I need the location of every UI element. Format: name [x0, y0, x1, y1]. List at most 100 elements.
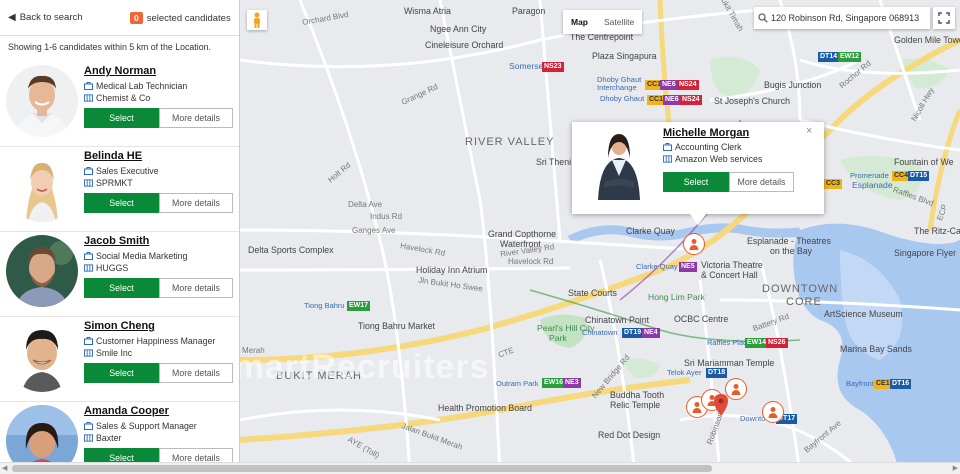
scrollbar-thumb[interactable]: [12, 465, 712, 472]
select-button[interactable]: Select: [84, 363, 159, 383]
avatar: [6, 150, 78, 222]
close-icon[interactable]: ×: [806, 125, 812, 137]
road-label: Delta Ave: [348, 200, 383, 209]
candidate-info-window: Michelle Morgan Accounting Clerk Amazon …: [572, 122, 824, 225]
company-row: Chemist & Co: [84, 93, 150, 103]
map-type-map[interactable]: Map: [563, 10, 596, 34]
place-label: OCBC Centre: [674, 314, 729, 324]
place-label: Singapore Flyer: [894, 248, 957, 258]
company-name: Chemist & Co: [96, 93, 151, 103]
place-label: Delta Sports Complex: [248, 245, 334, 255]
popup-actions: Select More details: [663, 172, 794, 192]
candidate-name[interactable]: Amanda Cooper: [84, 405, 169, 417]
mrt-badge: DT16: [890, 379, 912, 389]
candidate-name[interactable]: Andy Norman: [84, 65, 156, 77]
company-name: Baxter: [96, 433, 122, 443]
place-label: Sri Theni: [536, 157, 572, 167]
panel-header: ◀ Back to search 0 selected candidates: [0, 0, 239, 36]
job-title-row: Sales Executive: [84, 166, 159, 176]
place-label: Bugis Junction: [764, 80, 822, 90]
more-details-button[interactable]: More details: [159, 278, 233, 298]
place-label: Health Promotion Board: [438, 403, 532, 413]
company-row: Smile Inc: [84, 348, 132, 358]
arrow-left-icon: ◀: [8, 12, 16, 23]
district-label: RIVER VALLEY: [465, 136, 555, 148]
select-button[interactable]: Select: [84, 278, 159, 298]
park-label: Pearl's Hill City: [537, 323, 595, 333]
station-label: Clarke Quay: [636, 262, 678, 271]
building-icon: [84, 264, 93, 272]
popup-candidate-name[interactable]: Michelle Morgan: [663, 127, 749, 139]
briefcase-icon: [84, 252, 93, 260]
district-label: DOWNTOWN: [762, 283, 839, 295]
mrt-badge: NS23: [542, 62, 564, 72]
street-view-pegman-icon[interactable]: [247, 10, 267, 30]
job-title-row: Accounting Clerk: [663, 142, 742, 152]
back-label: Back to search: [19, 12, 83, 23]
station-label: Outram Park: [496, 379, 539, 388]
app-root: ◀ Back to search 0 selected candidates S…: [0, 0, 960, 474]
search-icon: [758, 13, 768, 23]
job-title: Sales & Support Manager: [96, 421, 197, 431]
candidate-name[interactable]: Simon Cheng: [84, 320, 155, 332]
fullscreen-icon[interactable]: [933, 7, 955, 29]
horizontal-scrollbar[interactable]: ◀ ▶: [0, 462, 960, 474]
candidate-panel: ◀ Back to search 0 selected candidates S…: [0, 0, 240, 474]
job-title: Accounting Clerk: [675, 142, 742, 152]
more-details-button[interactable]: More details: [729, 172, 794, 192]
location-search-input[interactable]: [771, 13, 921, 23]
company-name: HUGGS: [96, 263, 129, 273]
station-label: Promenade: [850, 171, 889, 180]
map-type-satellite[interactable]: Satellite: [596, 10, 642, 34]
place-label: Ngee Ann City: [430, 24, 487, 34]
station-label: Dhoby Ghaut: [600, 94, 645, 103]
place-label: Wisma Atria: [404, 6, 451, 16]
mrt-badge: CC3: [824, 179, 843, 189]
select-button[interactable]: Select: [84, 108, 159, 128]
place-label: Holiday Inn Atrium: [416, 265, 488, 275]
avatar: [594, 128, 644, 200]
candidate-marker-icon[interactable]: [726, 379, 746, 399]
park-label: Park: [549, 333, 567, 343]
watermark: SmartRecruiters: [240, 348, 490, 386]
avatar: [6, 235, 78, 307]
select-button[interactable]: Select: [663, 172, 729, 192]
company-name: Smile Inc: [96, 348, 133, 358]
mrt-badge: NE6: [663, 95, 681, 105]
place-label: Esplanade - Theatres: [747, 236, 831, 246]
mrt-badge: DT19: [622, 328, 644, 338]
company-row: Amazon Web services: [663, 154, 762, 164]
back-to-search-link[interactable]: ◀ Back to search: [8, 12, 83, 23]
scroll-right-icon[interactable]: ▶: [953, 463, 958, 474]
candidate-card: Simon Cheng Customer Happiness Manager S…: [0, 317, 239, 402]
avatar: [6, 320, 78, 392]
road-label: Havelock Rd: [508, 257, 554, 266]
location-pin-icon[interactable]: [714, 394, 728, 421]
candidate-actions: Select More details: [84, 108, 233, 128]
briefcase-icon: [84, 82, 93, 90]
candidate-name[interactable]: Jacob Smith: [84, 235, 149, 247]
job-title: Social Media Marketing: [96, 251, 188, 261]
more-details-button[interactable]: More details: [159, 193, 233, 213]
map-view[interactable]: RIVER VALLEY DOWNTOWN CORE BUKIT MERAH W…: [240, 0, 960, 474]
station-label: Esplanade: [852, 180, 893, 190]
job-title-row: Sales & Support Manager: [84, 421, 197, 431]
job-title-row: Social Media Marketing: [84, 251, 187, 261]
company-name: SPRMKT: [96, 178, 133, 188]
more-details-button[interactable]: More details: [159, 108, 233, 128]
more-details-button[interactable]: More details: [159, 363, 233, 383]
place-label: Tiong Bahru Market: [358, 321, 435, 331]
candidate-actions: Select More details: [84, 193, 233, 213]
candidate-marker-icon[interactable]: [684, 234, 704, 254]
station-label: Interchange: [597, 83, 637, 92]
location-search: [754, 7, 930, 29]
building-icon: [84, 349, 93, 357]
job-title: Customer Happiness Manager: [96, 336, 216, 346]
place-label: on the Bay: [770, 246, 813, 256]
mrt-badge: DT14: [818, 52, 840, 62]
select-button[interactable]: Select: [84, 193, 159, 213]
scroll-left-icon[interactable]: ◀: [2, 463, 7, 474]
candidate-name[interactable]: Belinda HE: [84, 150, 142, 162]
place-label: Fountain of We: [894, 157, 954, 167]
candidate-marker-icon[interactable]: [763, 402, 783, 422]
